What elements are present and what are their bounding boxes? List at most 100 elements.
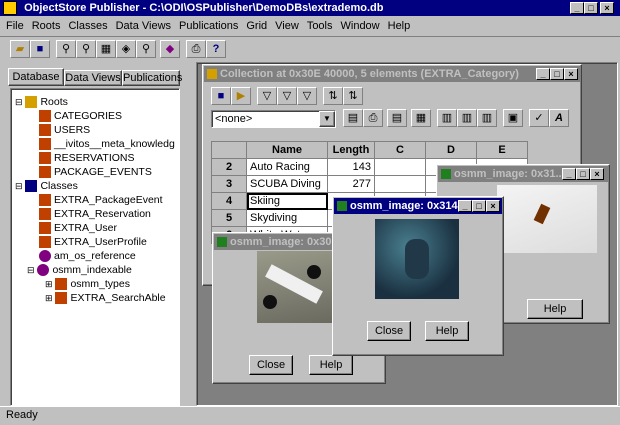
find-icon[interactable]: ⚲ bbox=[56, 40, 76, 58]
tree-item[interactable]: EXTRA_PackageEvent bbox=[39, 193, 163, 207]
sort-icon[interactable]: ⇅ bbox=[323, 87, 343, 105]
filter-select[interactable]: <none> bbox=[211, 110, 336, 128]
tree-classes[interactable]: ⊟ Classes bbox=[15, 179, 78, 193]
menu-classes[interactable]: Classes bbox=[64, 18, 111, 34]
cell-name[interactable]: Skiing bbox=[246, 192, 328, 210]
menu-roots[interactable]: Roots bbox=[28, 18, 65, 34]
tree-item[interactable]: EXTRA_Reservation bbox=[39, 207, 151, 221]
cell-name[interactable]: Auto Racing bbox=[246, 158, 328, 176]
app-titlebar[interactable]: ObjectStore Publisher - C:\ODI\OSPublish… bbox=[0, 0, 620, 16]
menu-help[interactable]: Help bbox=[384, 18, 415, 34]
help-icon[interactable]: ? bbox=[206, 40, 226, 58]
menu-grid[interactable]: Grid bbox=[242, 18, 271, 34]
close-button[interactable]: × bbox=[600, 2, 614, 14]
image-titlebar[interactable]: osmm_image: 0x314... _ □ × bbox=[334, 198, 502, 214]
row-header[interactable]: 5 bbox=[211, 209, 247, 227]
maximize-button[interactable]: □ bbox=[576, 168, 590, 180]
image-icon[interactable] bbox=[217, 237, 227, 248]
filter-icon[interactable]: ▽ bbox=[297, 87, 317, 105]
calc-icon[interactable]: ▦ bbox=[411, 109, 431, 127]
image-icon[interactable] bbox=[441, 169, 451, 180]
help-button[interactable]: Help bbox=[527, 299, 583, 319]
tree-item[interactable]: EXTRA_UserProfile bbox=[39, 235, 147, 249]
grid-corner[interactable] bbox=[211, 141, 247, 159]
column-header[interactable]: C bbox=[374, 141, 426, 159]
collection-titlebar[interactable]: Collection at 0x30E 40000, 5 elements (E… bbox=[204, 66, 580, 82]
column-header[interactable]: Length bbox=[327, 141, 375, 159]
query-icon[interactable]: ◈ bbox=[116, 40, 136, 58]
tab-database[interactable]: Database bbox=[8, 68, 64, 86]
tree-item[interactable]: ⊞ osmm_types bbox=[45, 277, 130, 291]
row-header[interactable]: 3 bbox=[211, 175, 247, 193]
tree-item[interactable]: PACKAGE_EVENTS bbox=[39, 165, 152, 179]
cell-name[interactable]: Skydiving bbox=[246, 209, 328, 227]
help-button[interactable]: Help bbox=[309, 355, 353, 375]
column-header[interactable]: D bbox=[425, 141, 477, 159]
close-button[interactable]: Close bbox=[367, 321, 411, 341]
save-icon[interactable]: ■ bbox=[30, 40, 50, 58]
maximize-button[interactable]: □ bbox=[472, 200, 486, 212]
export-icon[interactable]: ▶ bbox=[231, 87, 251, 105]
tree-view[interactable]: ⊟ Roots CATEGORIES USERS __ivitos__meta_… bbox=[10, 88, 180, 406]
filter-icon[interactable]: ▽ bbox=[277, 87, 297, 105]
sort-icon[interactable]: ⇅ bbox=[343, 87, 363, 105]
menu-view[interactable]: View bbox=[271, 18, 303, 34]
print-icon[interactable]: ⎙ bbox=[186, 40, 206, 58]
tree-item[interactable]: EXTRA_User bbox=[39, 221, 117, 235]
tree-item[interactable]: am_os_reference bbox=[39, 249, 136, 263]
tree-roots[interactable]: ⊟ Roots bbox=[15, 95, 68, 109]
menu-data-views[interactable]: Data Views bbox=[112, 18, 175, 34]
find-next-icon[interactable]: ⚲ bbox=[76, 40, 96, 58]
window-icon[interactable] bbox=[207, 69, 217, 80]
print-icon[interactable]: ⎙ bbox=[363, 109, 383, 127]
tab-data-views[interactable]: Data Views bbox=[64, 70, 122, 86]
help-button[interactable]: Help bbox=[425, 321, 469, 341]
row-header[interactable]: 4 bbox=[211, 192, 247, 210]
image-titlebar[interactable]: osmm_image: 0x31... _ □ × bbox=[438, 166, 608, 182]
tree-item[interactable]: ⊞ EXTRA_SearchAble bbox=[45, 291, 166, 305]
open-icon[interactable]: ▰ bbox=[10, 40, 30, 58]
tab-publications[interactable]: Publications bbox=[122, 70, 182, 86]
minimize-button[interactable]: _ bbox=[562, 168, 576, 180]
column-icon[interactable]: ▤ bbox=[343, 109, 363, 127]
cell-length[interactable]: 143 bbox=[327, 158, 375, 176]
maximize-button[interactable]: □ bbox=[584, 2, 598, 14]
image-icon[interactable] bbox=[337, 201, 347, 212]
image-icon[interactable]: ▣ bbox=[503, 109, 523, 127]
maximize-button[interactable]: □ bbox=[550, 68, 564, 80]
cell[interactable] bbox=[374, 158, 426, 176]
tree-item[interactable]: __ivitos__meta_knowledge bbox=[39, 137, 175, 151]
browse-icon[interactable]: ▦ bbox=[96, 40, 116, 58]
menu-window[interactable]: Window bbox=[337, 18, 384, 34]
report-icon[interactable]: ▤ bbox=[387, 109, 407, 127]
layout-icon[interactable]: ▥ bbox=[437, 109, 457, 127]
close-button[interactable]: × bbox=[590, 168, 604, 180]
tree-item[interactable]: ⊟ osmm_indexable bbox=[27, 263, 132, 277]
filter-icon[interactable]: ▽ bbox=[257, 87, 277, 105]
cell[interactable] bbox=[374, 175, 426, 193]
column-header[interactable]: Name bbox=[246, 141, 328, 159]
layout-icon[interactable]: ▥ bbox=[457, 109, 477, 127]
app-icon[interactable] bbox=[3, 1, 17, 16]
menu-tools[interactable]: Tools bbox=[303, 18, 337, 34]
minimize-button[interactable]: _ bbox=[570, 2, 584, 14]
tree-item[interactable]: USERS bbox=[39, 123, 90, 137]
close-button[interactable]: × bbox=[486, 200, 500, 212]
layout-icon[interactable]: ▥ bbox=[477, 109, 497, 127]
zoom-icon[interactable]: ⚲ bbox=[136, 40, 156, 58]
column-header[interactable]: E bbox=[476, 141, 528, 159]
menu-file[interactable]: File bbox=[2, 18, 28, 34]
row-header[interactable]: 2 bbox=[211, 158, 247, 176]
save-icon[interactable]: ■ bbox=[211, 87, 231, 105]
close-button[interactable]: × bbox=[564, 68, 578, 80]
publish-icon[interactable]: ◆ bbox=[160, 40, 180, 58]
minimize-button[interactable]: _ bbox=[536, 68, 550, 80]
chevron-down-icon[interactable]: ▼ bbox=[319, 111, 335, 127]
cell-length[interactable]: 277 bbox=[327, 175, 375, 193]
abc-icon[interactable]: ✓ bbox=[529, 109, 549, 127]
font-icon[interactable]: A bbox=[549, 109, 569, 127]
tree-item[interactable]: CATEGORIES bbox=[39, 109, 122, 123]
menu-publications[interactable]: Publications bbox=[175, 18, 242, 34]
tree-item[interactable]: RESERVATIONS bbox=[39, 151, 135, 165]
cell-name[interactable]: SCUBA Diving bbox=[246, 175, 328, 193]
